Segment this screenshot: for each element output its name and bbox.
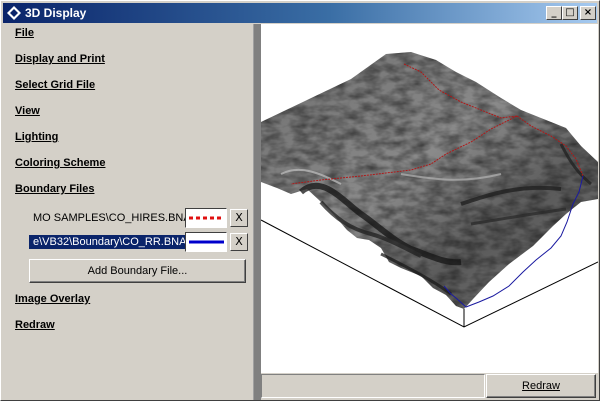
remove-boundary-button[interactable]: X <box>230 209 248 227</box>
add-boundary-file-button[interactable]: Add Boundary File... <box>29 259 246 283</box>
menu-view[interactable]: View <box>15 105 40 117</box>
remove-boundary-button[interactable]: X <box>230 233 248 251</box>
menu-file[interactable]: File <box>15 27 34 39</box>
close-button[interactable]: × <box>580 6 596 20</box>
status-bar <box>261 374 485 398</box>
window-title: 3D Display <box>25 6 87 20</box>
menu-boundary-files[interactable]: Boundary Files <box>15 183 94 195</box>
app-diamond-icon <box>7 6 21 20</box>
title-bar[interactable]: 3D Display _ □ × <box>3 3 597 23</box>
boundary-path[interactable]: MO SAMPLES\CO_HIRES.BNA <box>29 208 185 228</box>
menu-redraw[interactable]: Redraw <box>15 319 55 331</box>
options-panel: File Display and Print Select Grid File … <box>5 24 253 400</box>
3d-terrain-view[interactable] <box>261 24 598 373</box>
menu-select-grid-file[interactable]: Select Grid File <box>15 79 95 91</box>
redraw-button[interactable]: Redraw <box>486 374 596 398</box>
menu-coloring-scheme[interactable]: Coloring Scheme <box>15 157 105 169</box>
menu-image-overlay[interactable]: Image Overlay <box>15 293 90 305</box>
menu-display-and-print[interactable]: Display and Print <box>15 53 105 65</box>
minimize-button[interactable]: _ <box>546 6 562 20</box>
panel-splitter[interactable] <box>253 24 261 400</box>
boundary-path[interactable]: e\VB32\Boundary\CO_RR.BNA <box>29 235 185 249</box>
maximize-button[interactable]: □ <box>562 6 578 20</box>
boundary-line-swatch[interactable] <box>185 232 227 252</box>
boundary-row: MO SAMPLES\CO_HIRES.BNA X <box>29 208 248 228</box>
boundary-line-swatch[interactable] <box>185 208 227 228</box>
terrain-render <box>261 52 598 328</box>
app-window: 3D Display _ □ × File Display and Print … <box>0 0 600 401</box>
redraw-button-label: Redraw <box>522 380 560 392</box>
boundary-row: e\VB32\Boundary\CO_RR.BNA X <box>29 232 248 252</box>
menu-lighting[interactable]: Lighting <box>15 131 58 143</box>
